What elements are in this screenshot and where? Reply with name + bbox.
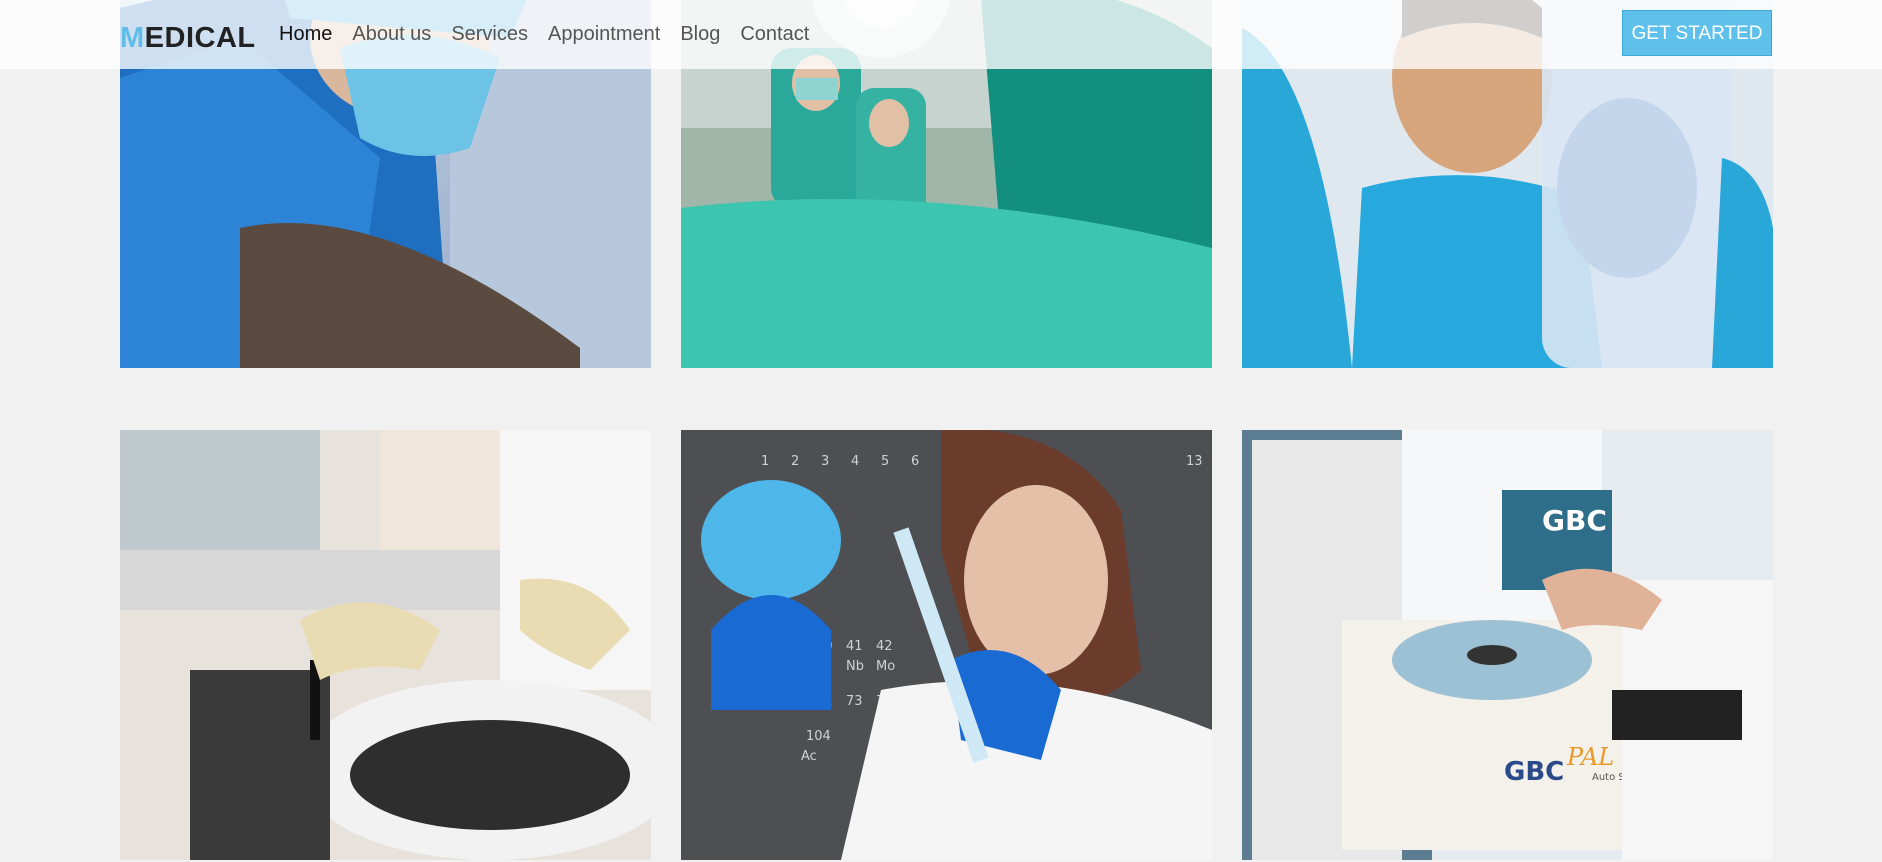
nav-about-us[interactable]: About us bbox=[342, 20, 441, 48]
svg-text:Mo: Mo bbox=[876, 659, 895, 674]
nav-services[interactable]: Services bbox=[441, 20, 538, 48]
svg-text:42: 42 bbox=[876, 639, 893, 654]
svg-text:3: 3 bbox=[821, 454, 829, 469]
logo-accent-letter: M bbox=[120, 22, 145, 54]
site-logo[interactable]: MEDICAL bbox=[120, 20, 256, 56]
nav-appointment[interactable]: Appointment bbox=[538, 20, 670, 48]
logo-text: EDICAL bbox=[144, 22, 256, 54]
lab-centrifuge-photo[interactable] bbox=[120, 430, 651, 860]
svg-text:104: 104 bbox=[806, 729, 831, 744]
nav-blog[interactable]: Blog bbox=[670, 20, 730, 48]
nav-home[interactable]: Home bbox=[279, 20, 342, 48]
photo-gallery: 12 34 56 13 404142 ZrNbMo 727374 104Ac bbox=[120, 0, 1773, 860]
svg-text:Ac: Ac bbox=[801, 749, 817, 764]
get-started-button[interactable]: GET STARTED bbox=[1622, 10, 1772, 56]
svg-text:73: 73 bbox=[846, 694, 863, 709]
svg-text:Nb: Nb bbox=[846, 659, 864, 674]
svg-text:13: 13 bbox=[1186, 454, 1203, 469]
gbc-autosampler-photo[interactable]: GBC GBC PAL Auto Sampler bbox=[1242, 430, 1773, 860]
gbc-label-text: GBC bbox=[1504, 757, 1564, 787]
main-nav: Home About us Services Appointment Blog … bbox=[279, 20, 819, 48]
pal-product-text: PAL bbox=[1566, 743, 1614, 771]
svg-text:2: 2 bbox=[791, 454, 799, 469]
svg-text:5: 5 bbox=[881, 454, 889, 469]
nav-contact[interactable]: Contact bbox=[730, 20, 819, 48]
svg-text:4: 4 bbox=[851, 454, 859, 469]
svg-text:41: 41 bbox=[846, 639, 863, 654]
svg-text:6: 6 bbox=[911, 454, 919, 469]
page: 12 34 56 13 404142 ZrNbMo 727374 104Ac bbox=[0, 0, 1882, 862]
scientist-flask-photo[interactable]: 12 34 56 13 404142 ZrNbMo 727374 104Ac bbox=[681, 430, 1212, 860]
site-header: MEDICAL Home About us Services Appointme… bbox=[0, 0, 1882, 69]
gbc-brand-text: GBC bbox=[1542, 504, 1607, 537]
svg-text:1: 1 bbox=[761, 454, 769, 469]
